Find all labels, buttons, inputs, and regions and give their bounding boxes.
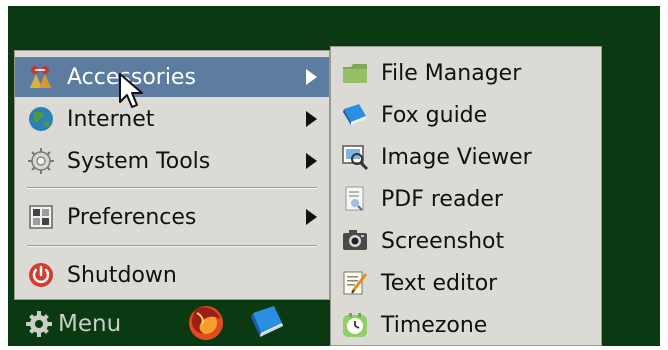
firefox-icon[interactable] bbox=[186, 302, 226, 344]
submenu-item-label: Image Viewer bbox=[381, 144, 532, 170]
menu-item-preferences[interactable]: Preferences bbox=[15, 197, 329, 237]
menu-button[interactable]: Menu bbox=[26, 306, 121, 342]
submenu-item-label: Timezone bbox=[381, 312, 488, 338]
menu-item-label: Preferences bbox=[67, 204, 197, 230]
submenu-item-label: Fox guide bbox=[381, 102, 488, 128]
text-editor-icon bbox=[343, 271, 368, 295]
mouse-pointer-icon bbox=[119, 73, 143, 108]
submenu-item-label: File Manager bbox=[381, 60, 522, 86]
menu-item-label: Internet bbox=[67, 106, 155, 132]
accessories-submenu: File Manager Fox guide Image Viewer PDF … bbox=[330, 46, 602, 346]
main-menu: Accessories Internet System Tools Prefer… bbox=[14, 50, 330, 300]
menu-item-label: Shutdown bbox=[67, 262, 177, 288]
gear-icon bbox=[28, 148, 54, 174]
submenu-item-timezone[interactable]: Timezone bbox=[331, 305, 601, 345]
menu-item-label: System Tools bbox=[67, 148, 211, 174]
submenu-item-image-viewer[interactable]: Image Viewer bbox=[331, 137, 601, 177]
book-icon bbox=[343, 104, 366, 125]
image-viewer-icon bbox=[342, 145, 369, 171]
menu-item-shutdown[interactable]: Shutdown bbox=[15, 255, 329, 295]
menu-separator bbox=[27, 187, 317, 189]
submenu-item-file-manager[interactable]: File Manager bbox=[331, 53, 601, 93]
submenu-item-text-editor[interactable]: Text editor bbox=[331, 263, 601, 303]
submenu-item-screenshot[interactable]: Screenshot bbox=[331, 221, 601, 261]
fox-guide-icon[interactable] bbox=[246, 302, 286, 344]
submenu-item-pdf-reader[interactable]: PDF reader bbox=[331, 179, 601, 219]
submenu-item-fox-guide[interactable]: Fox guide bbox=[331, 95, 601, 135]
gear-icon bbox=[26, 311, 52, 337]
submenu-arrow-icon bbox=[306, 111, 317, 127]
menu-item-accessories[interactable]: Accessories bbox=[15, 57, 329, 97]
menu-separator bbox=[27, 245, 317, 247]
submenu-item-label: PDF reader bbox=[381, 186, 503, 212]
menu-label: Menu bbox=[58, 311, 122, 337]
menu-item-internet[interactable]: Internet bbox=[15, 99, 329, 139]
camera-icon bbox=[343, 230, 367, 250]
power-icon bbox=[29, 263, 53, 287]
menu-item-system-tools[interactable]: System Tools bbox=[15, 141, 329, 181]
accessories-icon bbox=[30, 66, 51, 88]
submenu-arrow-icon bbox=[306, 209, 317, 225]
clock-icon bbox=[343, 313, 367, 337]
submenu-arrow-icon bbox=[306, 69, 317, 85]
submenu-item-label: Screenshot bbox=[381, 228, 505, 254]
folder-icon bbox=[343, 64, 367, 83]
globe-icon bbox=[29, 107, 53, 131]
submenu-item-label: Text editor bbox=[381, 270, 498, 296]
preferences-icon bbox=[29, 205, 53, 229]
submenu-arrow-icon bbox=[306, 153, 317, 169]
pdf-reader-icon bbox=[345, 186, 364, 211]
